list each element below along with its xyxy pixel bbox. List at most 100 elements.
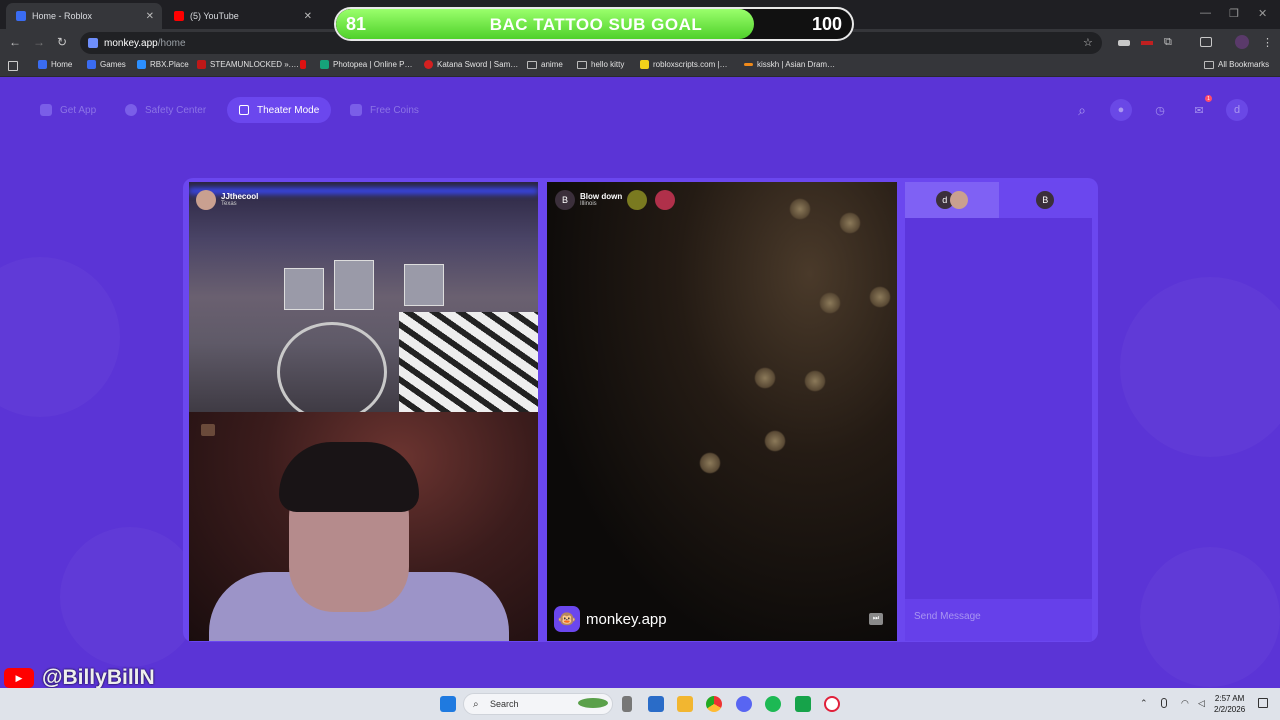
apps-grid-icon[interactable]: [8, 61, 18, 71]
coins-icon: [350, 104, 362, 116]
expand-icon: [239, 105, 249, 115]
bookmark-photopea[interactable]: Photopea | Online P…: [320, 60, 412, 69]
widget-icon[interactable]: [578, 698, 608, 708]
self-camera-room: JJthecool Texas: [189, 182, 538, 412]
windows-start-icon[interactable]: [440, 696, 456, 712]
all-bookmarks[interactable]: All Bookmarks: [1204, 60, 1269, 69]
folder-icon: [527, 60, 537, 69]
person-hair: [279, 442, 419, 512]
rbx-place-icon: [137, 60, 146, 69]
bookmark-label: All Bookmarks: [1218, 60, 1270, 69]
bookmark-star-icon[interactable]: ☆: [1083, 36, 1093, 49]
bg-decoration: [0, 257, 120, 417]
clock-time: 2:57 AM: [1214, 694, 1245, 703]
bookmark-katana[interactable]: Katana Sword | Sam…: [424, 60, 518, 69]
microphone-icon[interactable]: [1161, 698, 1167, 708]
tab-close-icon[interactable]: ✕: [304, 11, 312, 22]
chat-tab-stranger[interactable]: B: [998, 182, 1092, 218]
skull-decoration: [764, 430, 786, 452]
wifi-icon[interactable]: ◠: [1181, 698, 1189, 709]
tab-youtube[interactable]: (5) YouTube ✕: [164, 3, 320, 29]
search-icon[interactable]: ⌕: [1071, 99, 1093, 121]
nav-safety-center[interactable]: Safety Center: [125, 97, 206, 123]
notification-badge: 1: [1205, 95, 1212, 102]
roblox-icon: [38, 60, 47, 69]
app-icon[interactable]: [795, 696, 811, 712]
bookmark-label: RBX.Place: [150, 60, 189, 69]
bookmark-kisskh[interactable]: kisskh | Asian Dram…: [744, 60, 835, 69]
profile-avatar[interactable]: d: [1226, 99, 1248, 121]
coins-icon[interactable]: ●: [1110, 99, 1132, 121]
katana-icon: [424, 60, 433, 69]
skip-button[interactable]: ⏭: [869, 613, 883, 625]
chat-tab-avatar: B: [1036, 191, 1055, 209]
reload-button[interactable]: ↻: [57, 35, 67, 49]
discord-icon[interactable]: [736, 696, 752, 712]
bookmark-folder-hello-kitty[interactable]: hello kitty: [577, 60, 624, 69]
nav-theater-mode[interactable]: Theater Mode: [227, 97, 332, 123]
nav-get-app[interactable]: Get App: [40, 97, 96, 123]
nav-label: Theater Mode: [257, 104, 320, 116]
bookmark-label: robloxscripts.com |…: [653, 60, 728, 69]
mouse-app-icon[interactable]: [622, 696, 632, 712]
self-user-tag[interactable]: JJthecool Texas: [196, 190, 258, 210]
streamer-watermark: ▶ @BillyBillN: [4, 666, 155, 690]
bookmark-rbx-place[interactable]: RBX.Place: [137, 60, 189, 69]
side-panel-icon[interactable]: [1200, 37, 1212, 47]
roblox-icon: [87, 60, 96, 69]
bookmark-folder-anime[interactable]: anime: [527, 60, 563, 69]
profile-avatar-icon[interactable]: [1235, 35, 1249, 49]
bookmark-home[interactable]: Home: [38, 60, 72, 69]
chat-icon[interactable]: ✉: [1188, 99, 1210, 121]
tab-title: Home - Roblox: [32, 11, 93, 21]
back-button[interactable]: ←: [9, 35, 21, 49]
tab-roblox-home[interactable]: Home - Roblox ✕: [6, 3, 162, 29]
chrome-icon[interactable]: [706, 696, 722, 712]
site-info-icon[interactable]: [88, 38, 98, 48]
skull-decoration: [869, 286, 891, 308]
monkey-logo-icon: 🐵: [554, 606, 580, 632]
gift-badge-icon[interactable]: [655, 190, 675, 210]
extension-red-icon[interactable]: [1141, 41, 1153, 45]
tab-close-icon[interactable]: ✕: [146, 11, 154, 22]
maximize-button[interactable]: ❐: [1229, 7, 1239, 20]
notifications-icon[interactable]: [1258, 698, 1268, 708]
send-message-input[interactable]: Send Message: [905, 599, 1092, 641]
bookmark-label: Games: [100, 60, 126, 69]
bookmark-robloxscripts[interactable]: robloxscripts.com |…: [640, 60, 728, 69]
self-username: JJthecool: [221, 192, 259, 201]
minimize-button[interactable]: —: [1200, 7, 1211, 19]
forward-button[interactable]: →: [33, 35, 45, 49]
chat-tab-self[interactable]: d: [905, 182, 999, 218]
skull-decoration: [754, 367, 776, 389]
bookmark-label: kisskh | Asian Dram…: [757, 60, 836, 69]
heart-badge-icon[interactable]: [627, 190, 647, 210]
nav-label: Free Coins: [370, 104, 419, 116]
photos-app-icon[interactable]: [648, 696, 664, 712]
stranger-username: Blow down: [580, 192, 623, 201]
tray-overflow-icon[interactable]: ⌃: [1140, 698, 1148, 709]
skull-decoration: [839, 212, 861, 234]
opera-icon[interactable]: [824, 696, 840, 712]
volume-icon[interactable]: ◁: [1198, 698, 1205, 709]
fan: [277, 322, 387, 412]
windows-taskbar: ⌕ Search ⌃ ◠ ◁ 2:57 AM 2/2/2026: [0, 688, 1280, 720]
file-explorer-icon[interactable]: [677, 696, 693, 712]
bookmark-steamunlocked[interactable]: STEAMUNLOCKED ».…: [197, 60, 299, 69]
photopea-icon: [320, 60, 329, 69]
skull-decoration: [789, 198, 811, 220]
system-clock[interactable]: 2:57 AM 2/2/2026: [1214, 693, 1245, 715]
nav-free-coins[interactable]: Free Coins: [350, 97, 419, 123]
search-icon: ⌕: [473, 699, 479, 710]
spotify-icon[interactable]: [765, 696, 781, 712]
bookmark-red[interactable]: [300, 60, 310, 69]
history-icon[interactable]: ◷: [1149, 99, 1171, 121]
kisskh-icon: [744, 63, 753, 66]
bookmark-games[interactable]: Games: [87, 60, 126, 69]
phone-icon: [40, 104, 52, 116]
extension-icon[interactable]: [1118, 40, 1130, 46]
extensions-puzzle-icon[interactable]: ⧉: [1164, 36, 1172, 49]
close-window-button[interactable]: ✕: [1258, 7, 1267, 20]
chrome-menu-icon[interactable]: ⋮: [1262, 36, 1273, 49]
stranger-user-tag[interactable]: B Blow down Illinois: [555, 190, 622, 210]
